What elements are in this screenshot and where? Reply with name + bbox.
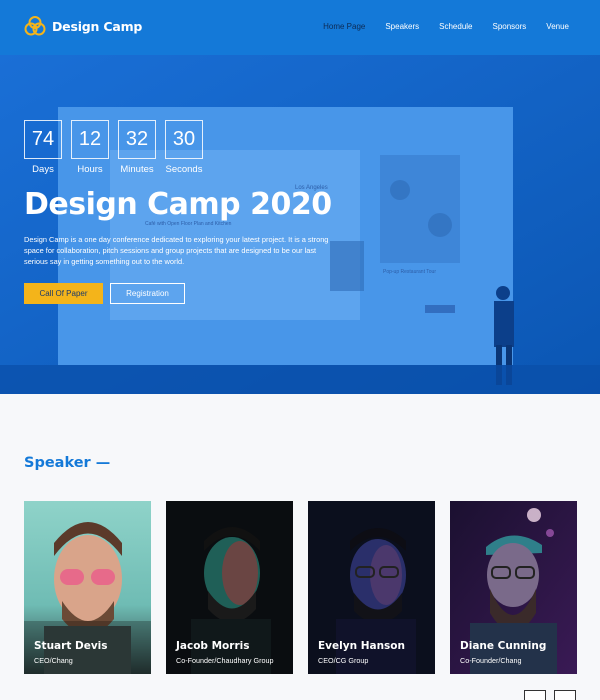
countdown-hours-value: 12	[71, 120, 109, 159]
speaker-name: Diane Cunning	[460, 640, 547, 652]
speaker-role: Co-Founder/Chaudhary Group	[176, 656, 274, 665]
nav-home[interactable]: Home Page	[323, 22, 365, 31]
carousel-controls	[524, 690, 584, 700]
countdown-minutes: 32 Minutes	[118, 120, 156, 175]
speaker-name: Evelyn Hanson	[318, 640, 405, 652]
nav-sponsors[interactable]: Sponsors	[493, 22, 527, 31]
speaker-cards: Stuart Devis CEO/Chang Jacob Morris Co-F…	[24, 501, 592, 674]
nav-speakers[interactable]: Speakers	[385, 22, 419, 31]
main-menu: Home Page Speakers Schedule Sponsors Ven…	[303, 22, 569, 31]
hero-description: Design Camp is a one day conference dedi…	[24, 235, 329, 266]
speaker-section-title: Speaker —	[24, 455, 111, 471]
nav-venue[interactable]: Venue	[546, 22, 569, 31]
speaker-card[interactable]: Diane Cunning Co-Founder/Chang	[450, 501, 577, 674]
countdown-timer: 74 Days 12 Hours 32 Minutes 30 Seconds	[24, 120, 212, 175]
countdown-days-label: Days	[32, 164, 54, 175]
brand-logo[interactable]: Design Camp	[24, 15, 142, 37]
countdown-minutes-value: 32	[118, 120, 156, 159]
countdown-hours-label: Hours	[77, 164, 103, 175]
call-of-paper-button[interactable]: Call Of Paper	[24, 283, 103, 304]
speaker-role: CEO/CG Group	[318, 656, 369, 665]
countdown-days-value: 74	[24, 120, 62, 159]
rings-logo-icon	[24, 16, 46, 36]
prev-arrow-button[interactable]	[524, 690, 546, 700]
speaker-card[interactable]: Stuart Devis CEO/Chang	[24, 501, 151, 674]
speaker-role: Co-Founder/Chang	[460, 656, 522, 665]
nav-schedule[interactable]: Schedule	[439, 22, 472, 31]
registration-button[interactable]: Registration	[110, 283, 185, 304]
countdown-days: 74 Days	[24, 120, 62, 175]
countdown-seconds-value: 30	[165, 120, 203, 159]
speaker-role: CEO/Chang	[34, 656, 73, 665]
next-arrow-button[interactable]	[554, 690, 576, 700]
speaker-name: Stuart Devis	[34, 640, 108, 652]
countdown-seconds: 30 Seconds	[165, 120, 203, 175]
hero-actions: Call Of Paper Registration	[24, 283, 185, 304]
countdown-seconds-label: Seconds	[165, 164, 203, 175]
speaker-card[interactable]: Jacob Morris Co-Founder/Chaudhary Group	[166, 501, 293, 674]
hero-background-photo: Los Angeles Pop-up Restaurant Tour Café …	[0, 55, 600, 394]
speaker-name: Jacob Morris	[176, 640, 250, 652]
screen-tour-text: Pop-up Restaurant Tour	[383, 269, 436, 275]
speaker-card[interactable]: Evelyn Hanson CEO/CG Group	[308, 501, 435, 674]
hero-title: Design Camp 2020	[24, 187, 332, 222]
brand-name: Design Camp	[52, 18, 143, 34]
countdown-hours: 12 Hours	[71, 120, 109, 175]
countdown-minutes-label: Minutes	[120, 164, 154, 175]
top-navbar: Design Camp Home Page Speakers Schedule …	[0, 0, 600, 55]
hero-section: Los Angeles Pop-up Restaurant Tour Café …	[0, 55, 600, 394]
